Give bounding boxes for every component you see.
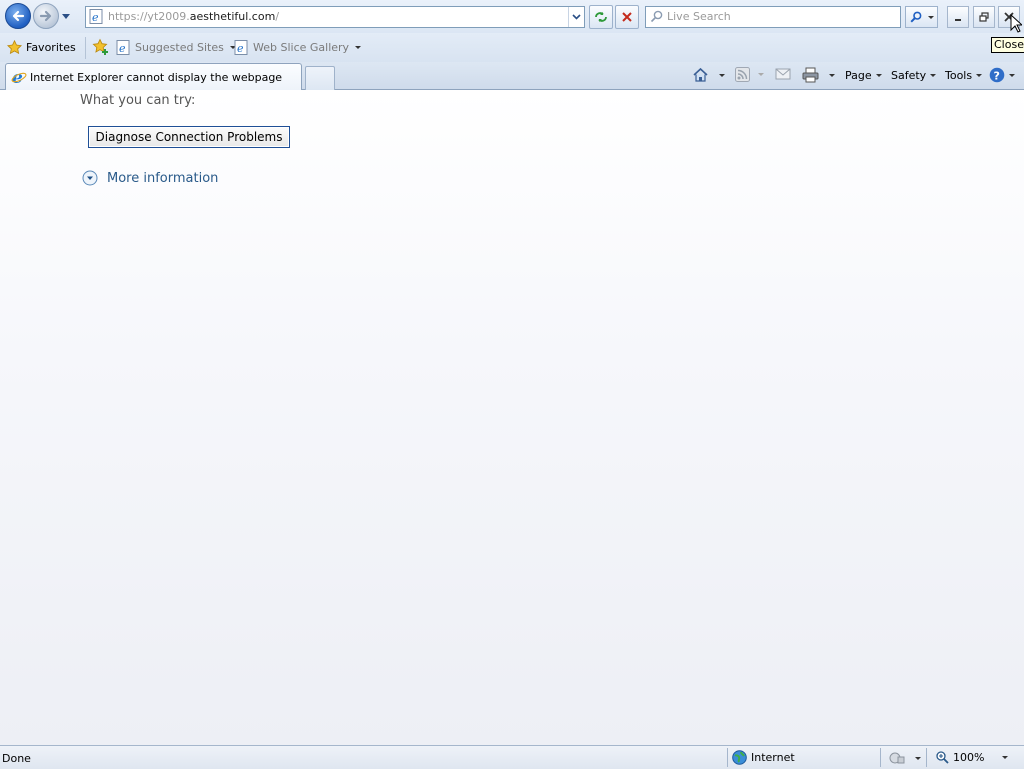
chevron-down-icon: [758, 73, 764, 76]
security-zone[interactable]: Internet: [732, 750, 795, 765]
print-button[interactable]: [802, 67, 835, 83]
suggested-sites-link[interactable]: e Suggested Sites: [116, 40, 236, 55]
minimize-icon: [955, 19, 961, 21]
chevron-down-icon: [875, 74, 882, 77]
url-prefix: https://yt2009.: [108, 10, 190, 23]
tab-row: e Internet Explorer cannot display the w…: [0, 62, 1024, 90]
url-domain: aesthetiful.com: [189, 10, 276, 23]
home-button[interactable]: [692, 67, 725, 83]
status-bar: Done Internet 100%: [0, 745, 1024, 769]
status-separator: [926, 748, 927, 767]
close-tooltip: Close: [991, 37, 1024, 53]
more-information-toggle[interactable]: More information: [82, 170, 218, 186]
protected-mode-button[interactable]: [889, 751, 921, 765]
svg-text:e: e: [92, 11, 99, 24]
live-search-icon: [650, 10, 663, 23]
feeds-button[interactable]: [735, 67, 764, 82]
search-input[interactable]: [667, 8, 895, 25]
address-dropdown-button[interactable]: [568, 7, 584, 27]
web-slice-gallery-link[interactable]: e Web Slice Gallery: [234, 40, 362, 55]
diagnose-connection-problems-button[interactable]: Diagnose Connection Problems: [88, 126, 290, 148]
zoom-control[interactable]: 100%: [936, 751, 1009, 764]
globe-icon: [732, 750, 747, 765]
chevron-down-icon: [976, 74, 983, 77]
refresh-button[interactable]: [589, 5, 613, 29]
chevron-down-icon: [928, 15, 934, 19]
page-menu-label: Page: [845, 69, 872, 82]
favorites-label: Favorites: [26, 40, 76, 54]
zoom-level: 100%: [953, 751, 985, 764]
chevron-down-icon: [572, 14, 581, 20]
safety-menu[interactable]: Safety: [891, 69, 937, 82]
web-slice-gallery-label: Web Slice Gallery: [253, 41, 350, 54]
add-favorite-star-icon: [92, 38, 108, 55]
back-arrow-icon: [12, 10, 25, 22]
suggested-sites-label: Suggested Sites: [135, 41, 224, 54]
ie-page-icon: e: [89, 9, 103, 24]
forward-button[interactable]: [33, 3, 59, 29]
forward-arrow-icon: [39, 10, 52, 22]
chevron-down-icon: [930, 74, 937, 77]
url-suffix: /: [275, 10, 280, 23]
refresh-icon: [595, 12, 607, 22]
restore-icon: [979, 12, 989, 22]
printer-icon: [802, 67, 819, 83]
minimize-button[interactable]: [947, 6, 969, 28]
tools-menu-label: Tools: [945, 69, 973, 82]
address-url[interactable]: https://yt2009.aesthetiful.com/: [108, 10, 279, 23]
svg-text:e: e: [237, 42, 244, 55]
status-separator: [727, 748, 728, 767]
chevron-down-icon: [829, 73, 835, 77]
mouse-pointer-icon: [1010, 14, 1022, 33]
home-icon: [693, 67, 708, 82]
add-to-favorites-bar-button[interactable]: [92, 38, 110, 59]
stop-button[interactable]: [615, 5, 639, 29]
help-icon: ?: [989, 67, 1005, 83]
page-content: What you can try: Diagnose Connection Pr…: [0, 90, 1024, 745]
read-mail-button[interactable]: [775, 67, 791, 81]
chevron-down-icon: [1002, 756, 1009, 759]
status-separator: [880, 748, 881, 767]
star-icon: [7, 40, 22, 54]
status-text: Done: [2, 752, 31, 765]
ie-logo-icon: e: [11, 69, 27, 85]
page-menu[interactable]: Page: [845, 69, 882, 82]
favorites-separator: [85, 37, 86, 59]
mail-icon: [775, 68, 791, 80]
address-bar[interactable]: e https://yt2009.aesthetiful.com/: [85, 6, 585, 28]
more-information-link: More information: [107, 170, 219, 186]
ie-page-icon: e: [234, 40, 248, 55]
favorites-button[interactable]: Favorites: [7, 40, 76, 54]
tab-title: Internet Explorer cannot display the web…: [30, 70, 283, 84]
chevron-down-icon: [355, 46, 362, 49]
new-tab-button[interactable]: [305, 66, 335, 90]
help-button[interactable]: ?: [989, 67, 1015, 83]
favorites-bar: Favorites e Suggested Sites e Web Slice …: [0, 33, 1024, 62]
svg-text:e: e: [119, 42, 126, 55]
search-go-button[interactable]: [905, 6, 927, 28]
rss-feed-icon: [735, 67, 750, 82]
recent-pages-dropdown-icon[interactable]: [60, 9, 72, 23]
what-you-can-try-heading: What you can try:: [80, 93, 196, 108]
back-button[interactable]: [5, 3, 31, 29]
chevron-down-icon: [915, 756, 921, 760]
ie-page-icon: e: [116, 40, 130, 55]
svg-text:?: ?: [994, 70, 1000, 83]
chevron-down-icon: [1009, 73, 1015, 77]
security-zone-label: Internet: [751, 751, 795, 764]
search-options-button[interactable]: [925, 6, 938, 28]
search-icon: [910, 11, 922, 23]
navigation-bar: e https://yt2009.aesthetiful.com/: [0, 0, 1024, 33]
protected-mode-icon: [889, 752, 905, 764]
stop-x-icon: [622, 12, 632, 22]
safety-menu-label: Safety: [891, 69, 927, 82]
chevron-down-icon: [719, 73, 725, 77]
tools-menu[interactable]: Tools: [945, 69, 983, 82]
search-box[interactable]: [645, 6, 901, 28]
tab-active[interactable]: e Internet Explorer cannot display the w…: [5, 63, 302, 90]
restore-button[interactable]: [973, 6, 995, 28]
zoom-icon: [936, 751, 949, 764]
expand-circle-icon: [82, 170, 98, 186]
